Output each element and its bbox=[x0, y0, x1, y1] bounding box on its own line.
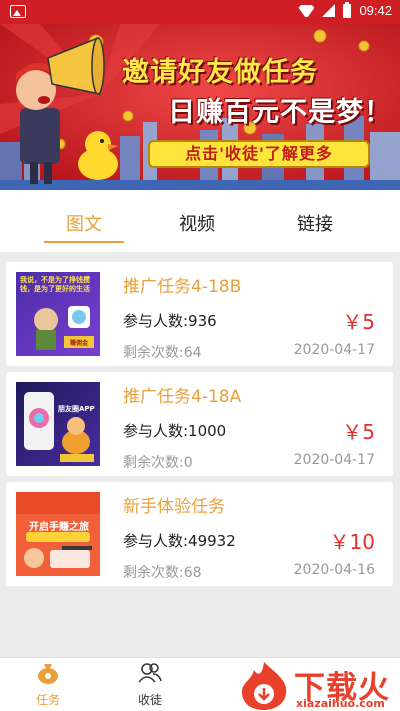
task-thumbnail: 朋友圈APP bbox=[16, 382, 100, 466]
status-bar: 09:42 bbox=[0, 0, 400, 24]
task-participants: 参与人数:936 bbox=[123, 312, 217, 330]
battery-icon bbox=[343, 1, 352, 18]
tab-graphic[interactable]: 图文 bbox=[44, 210, 124, 236]
task-reward: ￥10 bbox=[329, 530, 375, 554]
image-notification-icon bbox=[10, 5, 26, 18]
task-title: 新手体验任务 bbox=[123, 497, 225, 517]
task-thumbnail: 开启手赚之旅 bbox=[16, 492, 100, 576]
xiazaihuo-watermark: 下载火 xiazaihuo.com bbox=[236, 660, 400, 711]
task-date: 2020-04-17 bbox=[293, 342, 375, 358]
task-participants: 参与人数:1000 bbox=[123, 422, 227, 440]
banner-subtitle: 日赚百元不是梦！ bbox=[168, 97, 392, 128]
thumbnail-tag: 赚佣金 bbox=[69, 340, 88, 347]
banner-learn-more-button[interactable]: 点击'收徒'了解更多 bbox=[148, 140, 370, 168]
task-reward: ￥5 bbox=[342, 420, 375, 444]
money-bag-icon bbox=[38, 664, 58, 684]
task-remaining: 剩余次数:0 bbox=[123, 455, 193, 471]
nav-apprentice[interactable]: 收徒 bbox=[120, 662, 180, 708]
tab-video[interactable]: 视频 bbox=[157, 210, 237, 236]
watermark-url: xiazaihuo.com bbox=[296, 697, 385, 710]
banner-title: 邀请好友做任务 bbox=[122, 57, 318, 88]
task-participants: 参与人数:49932 bbox=[123, 532, 236, 550]
signal-icon bbox=[322, 4, 336, 17]
status-time: 09:42 bbox=[359, 3, 392, 18]
thumbnail-caption: 朋友圈APP bbox=[58, 405, 95, 413]
task-card[interactable]: 我说，不是为了挣钱攒钱，是为了更好的生活 赚佣金 推广任务4-18B 参与人数:… bbox=[6, 262, 393, 366]
task-date: 2020-04-16 bbox=[293, 562, 375, 578]
status-right: 09:42 bbox=[298, 1, 392, 18]
active-tab-indicator bbox=[44, 241, 124, 243]
task-thumbnail: 我说，不是为了挣钱攒钱，是为了更好的生活 赚佣金 bbox=[16, 272, 100, 356]
nav-tasks-label: 任务 bbox=[35, 693, 60, 707]
task-remaining: 剩余次数:64 bbox=[123, 345, 202, 361]
flame-logo-icon bbox=[242, 662, 287, 710]
task-card[interactable]: 开启手赚之旅 新手体验任务 参与人数:49932 ￥10 剩余次数:68 202… bbox=[6, 482, 393, 586]
nav-tasks[interactable]: 任务 bbox=[18, 662, 78, 708]
task-reward: ￥5 bbox=[342, 310, 375, 334]
thumbnail-caption: 开启手赚之旅 bbox=[29, 522, 89, 533]
wifi-icon bbox=[298, 5, 314, 17]
thumbnail-caption: 我说，不是为了挣钱攒钱，是为了更好的生活 bbox=[20, 276, 90, 293]
tab-link[interactable]: 链接 bbox=[275, 210, 355, 236]
task-card[interactable]: 朋友圈APP 推广任务4-18A 参与人数:1000 ￥5 剩余次数:0 202… bbox=[6, 372, 393, 476]
promo-banner[interactable]: 邀请好友做任务 日赚百元不是梦！ 点击'收徒'了解更多 bbox=[0, 24, 400, 190]
task-date: 2020-04-17 bbox=[293, 452, 375, 468]
nav-apprentice-label: 收徒 bbox=[137, 693, 162, 707]
content-tabs: 图文 视频 链接 bbox=[0, 190, 400, 252]
task-remaining: 剩余次数:68 bbox=[123, 565, 202, 581]
users-icon bbox=[138, 663, 162, 683]
task-title: 推广任务4-18B bbox=[123, 277, 242, 297]
task-title: 推广任务4-18A bbox=[123, 387, 242, 407]
